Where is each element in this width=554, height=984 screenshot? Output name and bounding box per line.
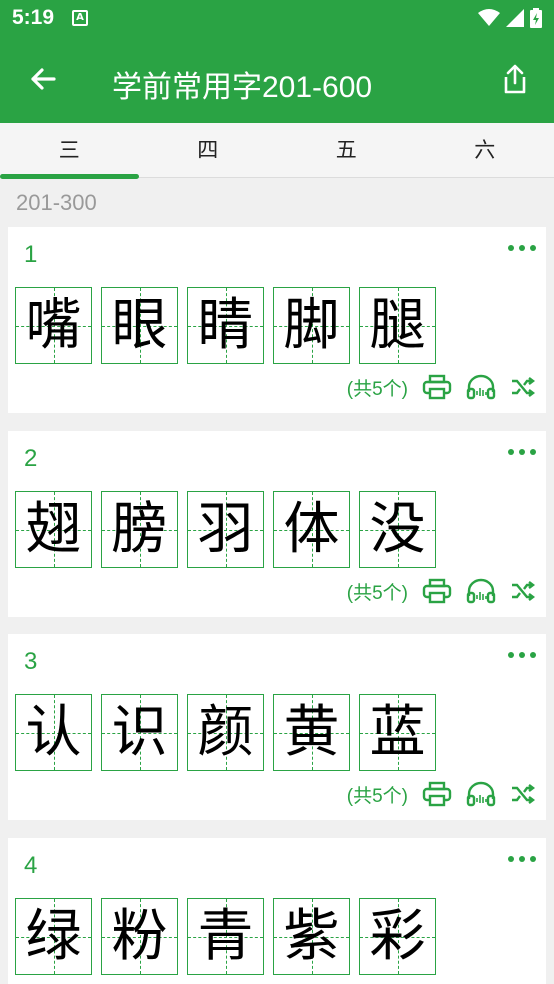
char-cell[interactable]: 羽	[187, 491, 264, 568]
wifi-icon	[478, 9, 500, 26]
page-title: 学前常用字201-600	[112, 71, 373, 104]
card-actions: (共5个)	[347, 373, 536, 401]
headphones-icon[interactable]	[466, 578, 496, 604]
app-bar: 学前常用字201-600	[0, 36, 554, 123]
group-number: 3	[24, 648, 38, 675]
char-grid: 翅 膀 羽 体 没	[15, 491, 436, 568]
more-icon[interactable]	[508, 856, 536, 862]
char-cell[interactable]: 膀	[101, 491, 178, 568]
tab-grade-6[interactable]: 六	[416, 123, 554, 178]
signal-icon	[506, 9, 524, 27]
char-group-card: 3 认 识 颜 黄 蓝 (共5个)	[8, 634, 546, 820]
char-grid: 嘴 眼 睛 脚 腿	[15, 287, 436, 364]
char-cell[interactable]: 翅	[15, 491, 92, 568]
headphones-icon[interactable]	[466, 374, 496, 400]
share-icon[interactable]	[498, 62, 532, 96]
char-cell[interactable]: 嘴	[15, 287, 92, 364]
more-icon[interactable]	[508, 449, 536, 455]
char-count: (共5个)	[346, 785, 408, 807]
tab-grade-4[interactable]: 四	[139, 123, 278, 178]
section-header: 201-300	[16, 190, 97, 215]
group-number: 2	[24, 445, 38, 472]
char-cell[interactable]: 没	[359, 491, 436, 568]
notification-icon: A	[72, 10, 88, 26]
card-actions: (共5个)	[347, 780, 536, 808]
status-bar: 5:19 A	[0, 0, 554, 36]
char-cell[interactable]: 彩	[359, 898, 436, 975]
char-cell[interactable]: 脚	[273, 287, 350, 364]
char-group-card: 4 绿 粉 青 紫 彩	[8, 838, 546, 984]
char-cell[interactable]: 体	[273, 491, 350, 568]
char-group-card: 1 嘴 眼 睛 脚 腿 (共5个)	[8, 227, 546, 413]
shuffle-icon[interactable]	[510, 783, 536, 805]
more-icon[interactable]	[508, 245, 536, 251]
group-number: 1	[24, 241, 38, 268]
grade-tabs: 三 四 五 六	[0, 123, 554, 179]
char-cell[interactable]: 青	[187, 898, 264, 975]
char-cell[interactable]: 睛	[187, 287, 264, 364]
char-cell[interactable]: 紫	[273, 898, 350, 975]
back-arrow-icon[interactable]	[26, 62, 60, 96]
char-cell[interactable]: 认	[15, 694, 92, 771]
print-icon[interactable]	[422, 578, 452, 604]
char-grid: 认 识 颜 黄 蓝	[15, 694, 436, 771]
headphones-icon[interactable]	[466, 781, 496, 807]
shuffle-icon[interactable]	[510, 376, 536, 398]
char-cell[interactable]: 腿	[359, 287, 436, 364]
status-icons	[478, 7, 542, 29]
tab-grade-3[interactable]: 三	[0, 123, 139, 179]
tab-grade-5[interactable]: 五	[277, 123, 416, 178]
char-count: (共5个)	[346, 582, 408, 604]
more-icon[interactable]	[508, 652, 536, 658]
status-time: 5:19	[12, 6, 55, 29]
char-cell[interactable]: 粉	[101, 898, 178, 975]
char-cell[interactable]: 蓝	[359, 694, 436, 771]
char-cell[interactable]: 识	[101, 694, 178, 771]
char-group-card: 2 翅 膀 羽 体 没 (共5个)	[8, 431, 546, 617]
group-number: 4	[24, 852, 38, 879]
print-icon[interactable]	[422, 781, 452, 807]
char-cell[interactable]: 绿	[15, 898, 92, 975]
print-icon[interactable]	[422, 374, 452, 400]
char-cell[interactable]: 黄	[273, 694, 350, 771]
char-cell[interactable]: 眼	[101, 287, 178, 364]
shuffle-icon[interactable]	[510, 580, 536, 602]
char-count: (共5个)	[346, 378, 408, 400]
char-cell[interactable]: 颜	[187, 694, 264, 771]
battery-icon	[530, 8, 542, 28]
char-grid: 绿 粉 青 紫 彩	[15, 898, 436, 975]
card-actions: (共5个)	[347, 577, 536, 605]
